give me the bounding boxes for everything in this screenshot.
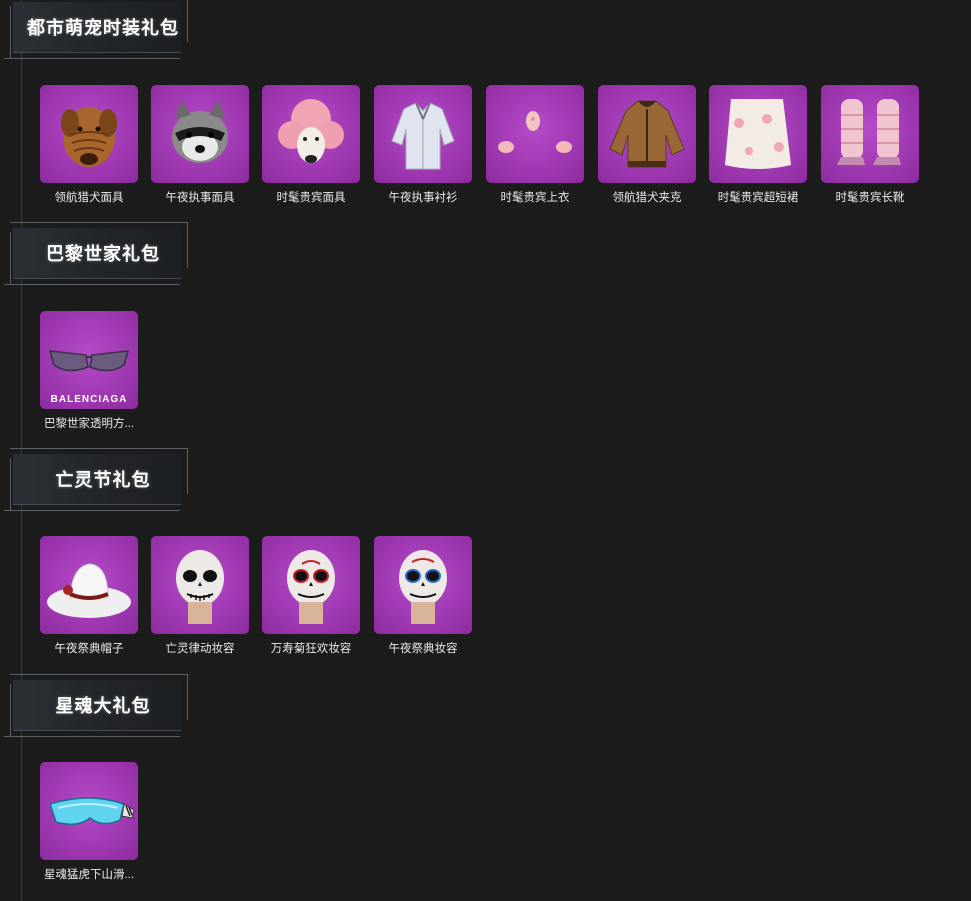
item-card[interactable]: 时髦贵宾上衣 (486, 85, 584, 205)
item-card[interactable]: 午夜祭典帽子 (40, 536, 138, 656)
raccoon-mask-icon (172, 101, 228, 163)
section-header: 都市萌宠时装礼包 (4, 0, 188, 60)
item-label: 午夜祭典帽子 (54, 643, 124, 655)
item-label: 万寿菊狂欢妆容 (270, 643, 352, 655)
boots-icon (837, 99, 901, 165)
item-tile[interactable] (40, 762, 138, 860)
item-card[interactable]: 领航猎犬面具 (40, 85, 138, 205)
skull-makeup-icon (399, 550, 447, 624)
item-tile[interactable] (262, 536, 360, 634)
item-card[interactable]: 星魂猛虎下山滑... (40, 762, 138, 882)
item-card[interactable]: 午夜祭典妆容 (374, 536, 472, 656)
item-card[interactable]: 时髦贵宾长靴 (821, 85, 919, 205)
item-tile[interactable] (40, 536, 138, 634)
skull-makeup-icon (287, 550, 335, 624)
item-label: 巴黎世家透明方... (43, 418, 135, 430)
skirt-icon (725, 99, 791, 169)
item-tile[interactable] (374, 85, 472, 183)
item-tile[interactable] (598, 85, 696, 183)
ski-goggles-icon (49, 797, 135, 825)
item-label: 时髦贵宾面具 (276, 192, 346, 204)
item-label: 领航猎犬面具 (54, 192, 124, 204)
item-tile[interactable]: BALENCIAGA (40, 311, 138, 409)
item-card[interactable]: 亡灵律动妆容 (151, 536, 249, 656)
item-tile[interactable] (374, 536, 472, 634)
item-label: 时髦贵宾上衣 (500, 192, 570, 204)
section-header: 星魂大礼包 (4, 674, 188, 738)
item-card[interactable]: 时髦贵宾面具 (262, 85, 360, 205)
skull-makeup-icon (176, 550, 224, 624)
item-label: 午夜执事面具 (165, 192, 235, 204)
item-card[interactable]: 午夜执事面具 (151, 85, 249, 205)
item-label: 时髦贵宾超短裙 (717, 192, 799, 204)
jacket-icon (609, 100, 685, 168)
shar-pei-mask-icon (61, 107, 117, 167)
item-tile[interactable] (821, 85, 919, 183)
item-label: 星魂猛虎下山滑... (43, 869, 135, 881)
item-label: 领航猎犬夹克 (612, 192, 682, 204)
item-tile[interactable] (151, 85, 249, 183)
item-tile[interactable] (151, 536, 249, 634)
item-tile[interactable] (262, 85, 360, 183)
section-title: 亡灵节礼包 (55, 470, 151, 490)
item-tile[interactable] (40, 85, 138, 183)
section-header: 巴黎世家礼包 (4, 222, 188, 286)
brand-label: BALENCIAGA (50, 394, 128, 405)
section-header: 亡灵节礼包 (4, 448, 188, 512)
item-card[interactable]: 时髦贵宾超短裙 (709, 85, 807, 205)
item-tile[interactable] (709, 85, 807, 183)
section-title: 都市萌宠时装礼包 (27, 18, 179, 38)
item-tile[interactable] (486, 85, 584, 183)
section-title: 星魂大礼包 (55, 696, 151, 716)
section-title: 巴黎世家礼包 (46, 244, 160, 264)
item-card[interactable]: 万寿菊狂欢妆容 (262, 536, 360, 656)
item-card[interactable]: 领航猎犬夹克 (598, 85, 696, 205)
item-label: 亡灵律动妆容 (165, 643, 235, 655)
item-label: 时髦贵宾长靴 (835, 192, 905, 204)
item-label: 午夜祭典妆容 (388, 643, 458, 655)
poodle-mask-icon (278, 99, 344, 163)
item-card[interactable]: BALENCIAGA 巴黎世家透明方... (40, 311, 138, 431)
pink-top-icon (498, 111, 572, 153)
item-card[interactable]: 午夜执事衬衫 (374, 85, 472, 205)
item-label: 午夜执事衬衫 (388, 192, 458, 204)
shirt-icon (391, 102, 455, 170)
hat-icon (47, 563, 131, 618)
